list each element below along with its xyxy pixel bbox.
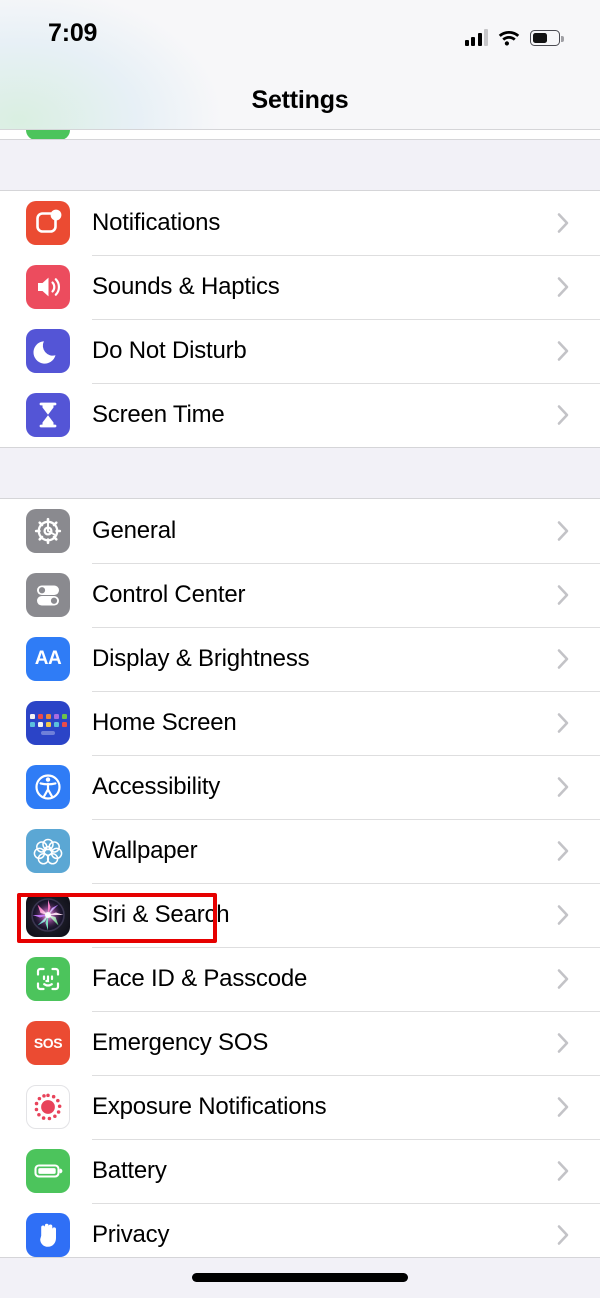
settings-row-label: Face ID & Passcode: [92, 965, 308, 992]
chevron-right-icon: [557, 1160, 570, 1182]
chevron-right-icon: [557, 584, 570, 606]
settings-row-label: Sounds & Haptics: [92, 273, 280, 300]
settings-group-system: General Control Center AA Display & Brig…: [0, 499, 600, 1258]
chevron-right-icon: [557, 776, 570, 798]
control-center-icon: [26, 573, 70, 617]
display-brightness-icon: AA: [26, 637, 70, 681]
settings-row-exposure-notifications[interactable]: Exposure Notifications: [0, 1075, 600, 1139]
sounds-haptics-icon: [26, 265, 70, 309]
settings-row-label: Control Center: [92, 581, 246, 608]
screen-time-icon: [26, 393, 70, 437]
settings-row-label: Screen Time: [92, 401, 225, 428]
emergency-sos-icon-text: SOS: [33, 1035, 63, 1051]
settings-row-label: Wallpaper: [92, 837, 198, 864]
iphone-settings-screen: 7:09 Settings Notifications Sounds & Hap…: [0, 0, 600, 1298]
settings-row-home-screen[interactable]: Home Screen: [0, 691, 600, 755]
settings-row-privacy[interactable]: Privacy: [0, 1203, 600, 1258]
settings-row-label: Notifications: [92, 209, 221, 236]
partial-row-icon: [26, 130, 70, 139]
chevron-right-icon: [557, 276, 570, 298]
settings-row-siri-search[interactable]: Siri & Search: [0, 883, 600, 947]
settings-row-label: Home Screen: [92, 709, 237, 736]
chevron-right-icon: [557, 520, 570, 542]
nav-header: 7:09 Settings: [0, 0, 600, 130]
chevron-right-icon: [557, 340, 570, 362]
settings-row-label: Privacy: [92, 1221, 170, 1248]
partial-row-above[interactable]: [0, 130, 600, 140]
wifi-icon: [497, 28, 521, 46]
accessibility-icon: [26, 765, 70, 809]
chevron-right-icon: [557, 404, 570, 426]
settings-row-sounds-haptics[interactable]: Sounds & Haptics: [0, 255, 600, 319]
settings-row-label: Battery: [92, 1157, 167, 1184]
general-icon: [26, 509, 70, 553]
settings-group-notifications: Notifications Sounds & Haptics Do Not Di…: [0, 191, 600, 448]
status-bar-indicators: [464, 24, 564, 46]
emergency-sos-icon: SOS: [26, 1021, 70, 1065]
chevron-right-icon: [557, 648, 570, 670]
battery-fill-level: [532, 32, 547, 44]
chevron-right-icon: [557, 1096, 570, 1118]
settings-row-battery[interactable]: Battery: [0, 1139, 600, 1203]
settings-row-notifications[interactable]: Notifications: [0, 191, 600, 255]
status-bar: 7:09: [0, 0, 600, 62]
settings-row-label: Emergency SOS: [92, 1029, 269, 1056]
face-id-icon: [26, 957, 70, 1001]
chevron-right-icon: [557, 968, 570, 990]
siri-search-icon: [26, 893, 70, 937]
settings-row-face-id-passcode[interactable]: Face ID & Passcode: [0, 947, 600, 1011]
settings-row-label: Exposure Notifications: [92, 1093, 327, 1120]
settings-row-do-not-disturb[interactable]: Do Not Disturb: [0, 319, 600, 383]
settings-list[interactable]: Notifications Sounds & Haptics Do Not Di…: [0, 130, 600, 1258]
exposure-notifications-icon: [26, 1085, 70, 1129]
section-gap-1: [0, 140, 600, 191]
settings-row-label: Do Not Disturb: [92, 337, 247, 364]
settings-row-general[interactable]: General: [0, 499, 600, 563]
chevron-right-icon: [557, 840, 570, 862]
do-not-disturb-icon: [26, 329, 70, 373]
cellular-signal-icon: [464, 29, 488, 46]
chevron-right-icon: [557, 904, 570, 926]
wallpaper-icon: [26, 829, 70, 873]
home-indicator[interactable]: [192, 1273, 408, 1282]
home-indicator-area: [0, 1257, 600, 1298]
notifications-icon: [26, 201, 70, 245]
battery-settings-icon: [26, 1149, 70, 1193]
chevron-right-icon: [557, 712, 570, 734]
settings-row-label: General: [92, 517, 176, 544]
settings-row-display-brightness[interactable]: AA Display & Brightness: [0, 627, 600, 691]
home-screen-icon: [26, 701, 70, 745]
settings-row-emergency-sos[interactable]: SOS Emergency SOS: [0, 1011, 600, 1075]
section-gap-2: [0, 448, 600, 499]
battery-icon: [530, 30, 564, 46]
settings-row-label: Siri & Search: [92, 901, 230, 928]
settings-row-wallpaper[interactable]: Wallpaper: [0, 819, 600, 883]
chevron-right-icon: [557, 1224, 570, 1246]
status-bar-time: 7:09: [48, 19, 98, 47]
settings-row-accessibility[interactable]: Accessibility: [0, 755, 600, 819]
page-title: Settings: [251, 86, 349, 114]
settings-row-screen-time[interactable]: Screen Time: [0, 383, 600, 447]
display-brightness-icon-text: AA: [34, 648, 62, 669]
settings-row-label: Accessibility: [92, 773, 221, 800]
chevron-right-icon: [557, 212, 570, 234]
privacy-icon: [26, 1213, 70, 1257]
chevron-right-icon: [557, 1032, 570, 1054]
settings-row-label: Display & Brightness: [92, 645, 310, 672]
settings-row-control-center[interactable]: Control Center: [0, 563, 600, 627]
